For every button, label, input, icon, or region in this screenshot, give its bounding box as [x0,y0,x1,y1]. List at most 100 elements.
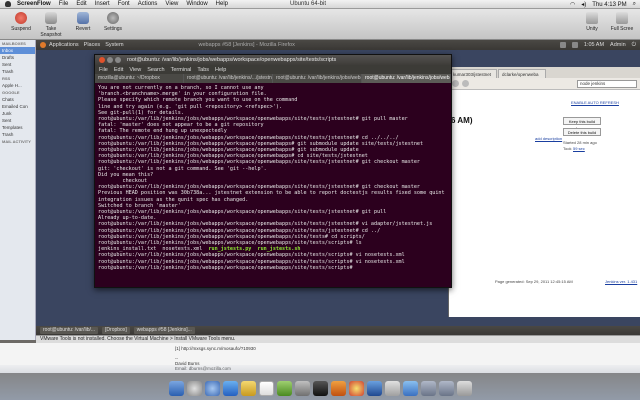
sidebar-item[interactable]: Emailed Con [0,103,35,110]
network-icon[interactable] [559,42,566,48]
enable-auto-refresh-link[interactable]: ENABLE AUTO REFRESH [571,100,619,105]
firefox-icon[interactable] [330,381,346,396]
took-link[interactable]: 59 sec [573,146,585,151]
sidebar-item[interactable]: Templates [0,124,35,131]
volume-icon[interactable]: ◂) [581,1,586,8]
full-screen-button[interactable]: Full Scree [608,12,636,32]
search-input[interactable]: node jenkins [577,79,637,88]
menu-font[interactable]: Font [118,1,130,7]
terminal-output[interactable]: You are not currently on a branch, so I … [95,83,451,288]
sidebar-item[interactable]: Sent [0,117,35,124]
terminal-title: root@ubuntu: /var/lib/jenkins/jobs/webap… [127,57,337,63]
wifi-icon[interactable]: ◠ [570,1,575,8]
sidebar-item[interactable]: Junk [0,110,35,117]
sidebar-item[interactable]: Apple H... [0,82,35,89]
sidebar-item[interactable]: Chats [0,96,35,103]
jenkins-version-link[interactable]: Jenkins ver. 1.431 [605,279,637,284]
sidebar-section-header: RSS [2,76,11,81]
ubuntu-logo-icon[interactable] [40,42,46,48]
menu-window[interactable]: Window [186,1,207,7]
forward-icon[interactable] [462,80,469,87]
ubuntu-clock[interactable]: 1:05 AM [584,42,604,48]
calendar-icon[interactable] [258,381,274,396]
maximize-icon[interactable] [115,57,121,63]
terminal-menu-help[interactable]: Help [215,67,226,73]
finder-icon[interactable] [168,381,184,396]
jenkins-page: ENABLE AUTO REFRESH 6 AM) Keep this buil… [449,90,640,290]
contacts-icon[interactable] [240,381,256,396]
terminal-line: root@ubuntu:/var/lib/jenkins/jobs/webapp… [98,159,421,166]
took-label: Took [563,146,572,151]
menu-file[interactable]: File [59,1,69,7]
terminal-menubar: File Edit View Search Terminal Tabs Help [95,65,451,74]
back-icon[interactable] [452,80,459,87]
terminal-menu-search[interactable]: Search [147,67,164,73]
menu-app-name[interactable]: ScreenFlow [17,1,51,7]
mail-link[interactable]: [1] http://mxsgs.sync.m/mosaufo/?10930 [175,346,256,351]
settings-button[interactable]: Settings [98,12,128,32]
terminal-menu-terminal[interactable]: Terminal [171,67,192,73]
menu-insert[interactable]: Insert [95,1,110,7]
terminal-menu-tabs[interactable]: Tabs [197,67,209,73]
menu-view[interactable]: View [165,1,178,7]
full-screen-label: Full Scree [610,26,634,32]
chrome-icon[interactable] [348,381,364,396]
terminal-menu-edit[interactable]: Edit [114,67,123,73]
sidebar-item[interactable]: Sent [0,61,35,68]
ubuntu-menu-system[interactable]: System [105,42,123,48]
firefox-window: kumar303/jstestnet dclarke/openweba node… [448,67,640,317]
browser-tab[interactable]: dclarke/openweba [498,69,546,78]
taskbar-item[interactable]: root@ubuntu: /var/lib/... [40,327,99,334]
menubar-clock[interactable]: Thu 4:13 PM [592,2,626,8]
page-generated-text: Page generated: Sep 29, 2011 12:45:15 AM [495,279,573,284]
ubuntu-menu-places[interactable]: Places [84,42,101,48]
taskbar-item[interactable]: [Dropbox] [102,327,130,334]
vmware-icon[interactable] [366,381,382,396]
mail-icon[interactable] [571,42,578,48]
taskbar-item[interactable]: webapps #58 [Jenkins]... [133,327,195,334]
terminal-tab-active[interactable]: root@ubuntu: /var/lib/jenkins/jobs/webap… [362,74,451,83]
menu-help[interactable]: Help [216,1,228,7]
terminal-app-icon[interactable] [312,381,328,396]
keep-build-button[interactable]: Keep this build forever [563,117,601,131]
menu-edit[interactable]: Edit [76,1,86,7]
unity-button[interactable]: Unity [578,12,606,32]
delete-build-button[interactable]: Delete this build [563,128,601,136]
mail-app-icon[interactable] [222,381,238,396]
sidebar-item[interactable]: Drafts [0,54,35,61]
dashboard-icon[interactable] [186,381,202,396]
downloads-icon[interactable] [438,381,454,396]
terminal-tab[interactable]: root@ubuntu: /var/lib/jenkins/jobs/webap… [273,74,362,83]
sidebar-item[interactable]: Trash [0,131,35,138]
ichat-icon[interactable] [276,381,292,396]
trash-icon[interactable] [456,381,472,396]
ubuntu-menu-applications[interactable]: Applications [49,42,79,48]
terminal-tab[interactable]: root@ubuntu: /var/lib/jenkins/.../jstest… [184,74,273,83]
browser-tab[interactable]: kumar303/jstestnet [449,69,497,78]
sidebar-item[interactable]: Inbox [0,47,35,54]
terminal-menu-file[interactable]: File [99,67,108,73]
suspend-icon [15,12,27,24]
terminal-titlebar[interactable]: root@ubuntu: /var/lib/jenkins/jobs/webap… [95,55,451,65]
documents-icon[interactable] [420,381,436,396]
minimize-icon[interactable] [107,57,113,63]
power-icon[interactable]: ⏻ [632,42,636,49]
add-description-link[interactable]: add description [535,136,562,141]
terminal-menu-view[interactable]: View [129,67,141,73]
ubuntu-top-panel: Applications Places System webapps #58 [… [36,40,640,50]
safari-icon[interactable] [204,381,220,396]
snapshot-button[interactable]: Take Snapshot [36,12,66,38]
close-icon[interactable] [99,57,105,63]
ubuntu-user[interactable]: Admin [610,42,626,48]
revert-button[interactable]: Revert [68,12,98,32]
photo-booth-icon[interactable] [294,381,310,396]
terminal-tab[interactable]: mozilla@ubuntu: ~/Dropbox [95,74,184,83]
menu-actions[interactable]: Actions [138,1,158,7]
sidebar-item[interactable]: Trash [0,68,35,75]
suspend-button[interactable]: Suspend [6,12,36,32]
terminal-line: root@ubuntu:/var/lib/jenkins/jobs/webapp… [98,221,433,228]
system-preferences-icon[interactable] [384,381,400,396]
apple-icon[interactable] [5,1,11,7]
spotlight-icon[interactable]: ⌕ [633,1,636,8]
screenflow-icon[interactable] [402,381,418,396]
